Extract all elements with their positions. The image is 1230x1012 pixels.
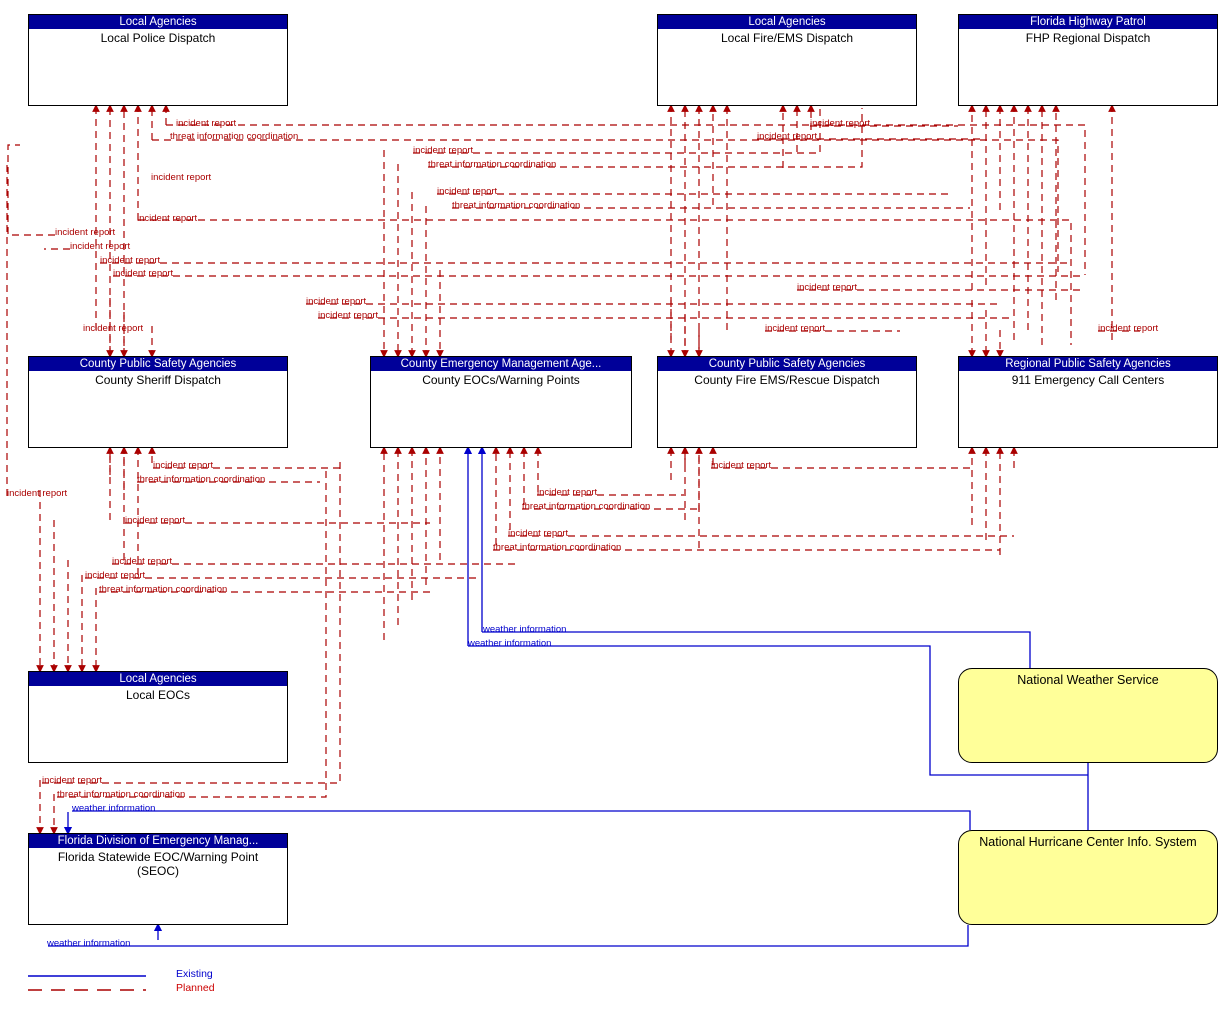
- flow-label: threat information coordination: [522, 501, 651, 512]
- element-stakeholder: Florida Highway Patrol: [959, 15, 1217, 29]
- element-stakeholder: County Emergency Management Age...: [371, 357, 631, 371]
- legend-planned-line: [28, 989, 146, 991]
- terminator-national-hurricane-center[interactable]: National Hurricane Center Info. System: [958, 830, 1218, 925]
- flow-label: weather information: [47, 938, 131, 949]
- flow-label: weather information: [468, 638, 552, 649]
- flow-label: threat information coordination: [452, 200, 581, 211]
- legend-existing-label: Existing: [176, 968, 213, 980]
- element-fhp-regional-dispatch[interactable]: Florida Highway Patrol FHP Regional Disp…: [958, 14, 1218, 106]
- flow-label: incident report: [137, 213, 198, 224]
- flow-label: incident report: [757, 131, 818, 142]
- flow-label: incident report: [42, 775, 103, 786]
- flow-label: incident report: [112, 556, 173, 567]
- flow-label: incident report: [810, 118, 871, 129]
- flow-label: incident report: [153, 460, 214, 471]
- element-county-eocs-warning-points[interactable]: County Emergency Management Age... Count…: [370, 356, 632, 448]
- element-florida-statewide-eoc[interactable]: Florida Division of Emergency Manag... F…: [28, 833, 288, 925]
- terminator-name: National Weather Service: [1017, 673, 1159, 687]
- element-name: 911 Emergency Call Centers: [1011, 373, 1165, 387]
- element-county-fire-ems-rescue-dispatch[interactable]: County Public Safety Agencies County Fir…: [657, 356, 917, 448]
- element-name: County EOCs/Warning Points: [422, 373, 580, 387]
- flow-label: incident report: [151, 172, 212, 183]
- flow-label: incident report: [711, 460, 772, 471]
- element-local-eocs[interactable]: Local Agencies Local EOCs: [28, 671, 288, 763]
- element-stakeholder: Florida Division of Emergency Manag...: [29, 834, 287, 848]
- element-stakeholder: Local Agencies: [658, 15, 916, 29]
- flow-label: incident report: [306, 296, 367, 307]
- element-name: Local Police Dispatch: [100, 31, 216, 45]
- flow-label: incident report: [437, 186, 498, 197]
- element-name: County Sheriff Dispatch: [95, 373, 221, 387]
- flow-label: incident report: [55, 227, 116, 238]
- flow-label: threat information coordination: [57, 789, 186, 800]
- flow-label: incident report: [797, 282, 858, 293]
- flow-label: incident report: [70, 241, 131, 252]
- flow-label: weather information: [72, 803, 156, 814]
- flow-label: incident report: [100, 255, 161, 266]
- legend: Existing Planned: [28, 968, 248, 1002]
- terminator-national-weather-service[interactable]: National Weather Service: [958, 668, 1218, 763]
- element-local-police-dispatch[interactable]: Local Agencies Local Police Dispatch: [28, 14, 288, 106]
- flow-label: incident report: [176, 118, 237, 129]
- element-county-sheriff-dispatch[interactable]: County Public Safety Agencies County She…: [28, 356, 288, 448]
- flow-label: incident report: [113, 268, 174, 279]
- flow-label: incident report: [765, 323, 826, 334]
- element-stakeholder: Regional Public Safety Agencies: [959, 357, 1217, 371]
- element-stakeholder: Local Agencies: [29, 672, 287, 686]
- diagram-canvas: Local Agencies Local Police Dispatch Loc…: [0, 0, 1230, 1012]
- flow-label: threat information coordination: [170, 131, 299, 142]
- flow-label: incident report: [318, 310, 379, 321]
- element-name: Florida Statewide EOC/Warning Point (SEO…: [57, 850, 259, 878]
- element-name: FHP Regional Dispatch: [1025, 31, 1151, 45]
- element-name: County Fire EMS/Rescue Dispatch: [694, 373, 880, 387]
- flow-label: threat information coordination: [428, 159, 557, 170]
- flow-label: incident report: [537, 487, 598, 498]
- flow-label: incident report: [1098, 323, 1159, 334]
- element-name: Local Fire/EMS Dispatch: [720, 31, 854, 45]
- element-stakeholder: Local Agencies: [29, 15, 287, 29]
- flow-label: incident report: [7, 488, 68, 499]
- flow-label: incident report: [85, 570, 146, 581]
- element-stakeholder: County Public Safety Agencies: [29, 357, 287, 371]
- flow-label: incident report: [83, 323, 144, 334]
- flow-label: threat information coordination: [137, 474, 266, 485]
- legend-row-existing: Existing: [28, 968, 248, 984]
- legend-existing-line: [28, 975, 146, 977]
- legend-row-planned: Planned: [28, 982, 248, 998]
- legend-planned-label: Planned: [176, 982, 215, 994]
- element-local-fire-ems-dispatch[interactable]: Local Agencies Local Fire/EMS Dispatch: [657, 14, 917, 106]
- terminator-name: National Hurricane Center Info. System: [979, 835, 1197, 849]
- element-name: Local EOCs: [125, 688, 191, 702]
- flow-label: incident report: [508, 528, 569, 539]
- flow-label: threat information coordination: [99, 584, 228, 595]
- element-stakeholder: County Public Safety Agencies: [658, 357, 916, 371]
- element-911-emergency-call-centers[interactable]: Regional Public Safety Agencies 911 Emer…: [958, 356, 1218, 448]
- flow-label: incident report: [413, 145, 474, 156]
- flow-label: threat information coordination: [493, 542, 622, 553]
- flow-label: incident report: [125, 515, 186, 526]
- flow-label: weather information: [483, 624, 567, 635]
